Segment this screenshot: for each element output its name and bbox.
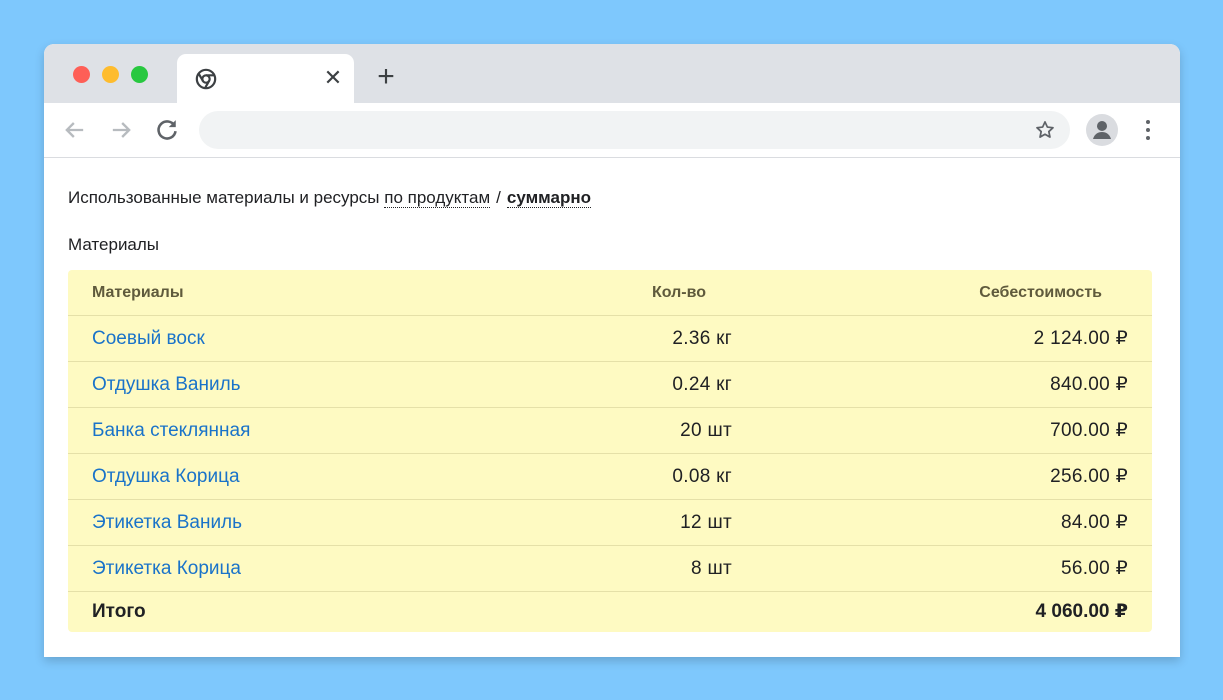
view-separator: / [496, 188, 501, 207]
forward-arrow-icon [112, 122, 131, 138]
column-header-name: Материалы [92, 284, 184, 301]
material-cost: 840.00 ₽ [1050, 374, 1128, 395]
total-label: Итого [92, 601, 146, 622]
material-link[interactable]: Соевый воск [92, 316, 205, 361]
column-header-cost: Себестоимость [979, 284, 1102, 301]
table-row: Отдушка Ваниль 0.24 кг 840.00 ₽ [68, 362, 1152, 408]
table-total-row: Итого 4 060.00 ₽ [68, 592, 1152, 632]
column-header-qty: Кол-во [651, 284, 706, 301]
table-row: Отдушка Корица 0.08 кг 256.00 ₽ [68, 454, 1152, 500]
close-window-button[interactable] [73, 66, 90, 83]
material-qty: 8 шт [691, 558, 732, 579]
back-arrow-icon [65, 122, 84, 138]
table-row: Этикетка Ваниль 12 шт 84.00 ₽ [68, 500, 1152, 546]
forward-button[interactable] [107, 116, 135, 144]
kebab-menu-icon[interactable] [1136, 117, 1160, 143]
browser-toolbar [44, 103, 1180, 158]
new-tab-button[interactable]: + [373, 62, 399, 92]
browser-window: ✕ + Использованные материалы и ресурсы п… [44, 44, 1180, 657]
material-cost: 56.00 ₽ [1060, 558, 1128, 579]
view-summary-link[interactable]: суммарно [506, 188, 592, 208]
material-qty: 0.24 кг [672, 374, 732, 395]
material-link[interactable]: Отдушка Ваниль [92, 362, 241, 407]
material-qty: 20 шт [680, 420, 732, 441]
material-link[interactable]: Этикетка Корица [92, 546, 241, 591]
material-qty: 12 шт [680, 512, 732, 533]
reload-button[interactable] [153, 116, 181, 144]
back-button[interactable] [61, 116, 89, 144]
material-qty: 2.36 кг [672, 328, 732, 349]
browser-titlebar: ✕ + [44, 44, 1180, 103]
material-link[interactable]: Банка стеклянная [92, 408, 250, 453]
section-title: Материалы [68, 235, 160, 254]
reload-icon [157, 120, 177, 140]
maximize-window-button[interactable] [131, 66, 148, 83]
table-row: Банка стеклянная 20 шт 700.00 ₽ [68, 408, 1152, 454]
material-cost: 2 124.00 ₽ [1033, 328, 1128, 349]
table-row: Этикетка Корица 8 шт 56.00 ₽ [68, 546, 1152, 592]
material-cost: 700.00 ₽ [1050, 420, 1128, 441]
material-link[interactable]: Отдушка Корица [92, 454, 240, 499]
material-qty: 0.08 кг [672, 466, 732, 487]
material-cost: 84.00 ₽ [1060, 512, 1128, 533]
account-icon [1093, 121, 1111, 139]
address-bar[interactable] [199, 111, 1070, 149]
view-by-products-link[interactable]: по продуктам [384, 188, 491, 208]
total-cost: 4 060.00 ₽ [1035, 601, 1128, 622]
materials-table: Материалы Кол-во Себестоимость Соевый во… [68, 270, 1152, 632]
table-header: Материалы Кол-во Себестоимость [68, 270, 1152, 316]
tab-close-icon[interactable]: ✕ [321, 65, 345, 91]
account-button[interactable] [1086, 114, 1118, 146]
page-heading: Использованные материалы и ресурсы по пр… [68, 188, 592, 208]
browser-tab[interactable]: ✕ [177, 54, 354, 103]
star-icon[interactable] [1034, 119, 1056, 141]
chrome-icon [195, 68, 217, 90]
table-row: Соевый воск 2.36 кг 2 124.00 ₽ [68, 316, 1152, 362]
minimize-window-button[interactable] [102, 66, 119, 83]
heading-text: Использованные материалы и ресурсы [68, 188, 380, 207]
material-cost: 256.00 ₽ [1050, 466, 1128, 487]
material-link[interactable]: Этикетка Ваниль [92, 500, 242, 545]
